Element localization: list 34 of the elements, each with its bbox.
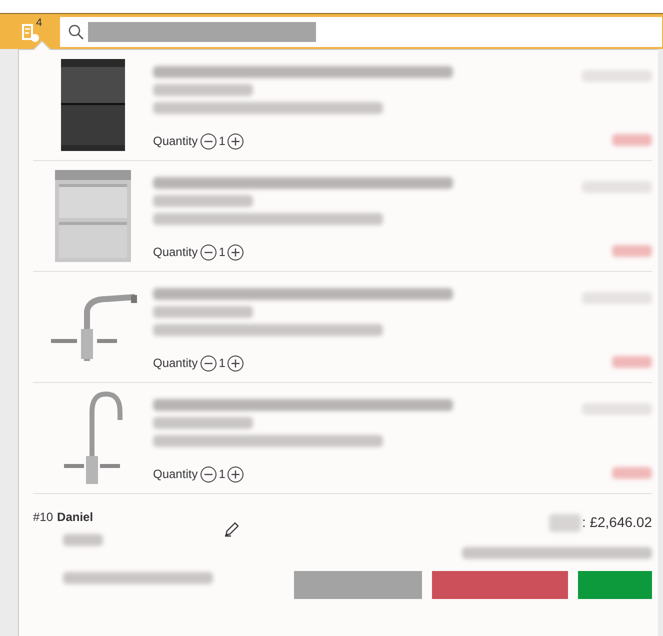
order-number: #10 <box>33 509 54 526</box>
quantity-value: 1 <box>218 244 226 261</box>
blurred-text <box>582 292 652 304</box>
blurred-text <box>63 534 103 546</box>
cart-count: 4 <box>36 16 42 30</box>
plus-icon[interactable] <box>227 354 244 372</box>
quantity-label: Quantity <box>153 466 198 483</box>
blurred-text <box>548 514 581 532</box>
plus-icon[interactable] <box>227 466 244 482</box>
quantity-label: Quantity <box>153 355 198 372</box>
blurred-text <box>612 467 652 479</box>
quantity-label: Quantity <box>153 133 198 150</box>
quantity-label: Quantity <box>153 244 198 261</box>
pencil-icon[interactable] <box>223 520 241 538</box>
blurred-text <box>582 181 652 193</box>
minus-icon[interactable] <box>200 354 217 372</box>
blurred-text <box>612 356 652 368</box>
order-total: : £2,646.02 <box>582 513 652 532</box>
blurred-text <box>612 134 652 146</box>
quantity-value: 1 <box>218 133 226 150</box>
search-field[interactable] <box>60 16 662 46</box>
blurred-text <box>582 70 652 82</box>
plus-icon[interactable] <box>227 132 244 150</box>
search-icon <box>68 24 84 40</box>
blurred-text <box>582 403 652 415</box>
minus-icon[interactable] <box>200 132 217 150</box>
quantity-value: 1 <box>218 466 226 483</box>
minus-icon[interactable] <box>200 466 217 482</box>
blurred-text <box>612 245 652 257</box>
quantity-value: 1 <box>218 355 226 372</box>
cart-button[interactable]: 4 <box>0 14 60 50</box>
customer-name: Daniel <box>57 509 94 526</box>
plus-icon[interactable] <box>227 244 244 260</box>
minus-icon[interactable] <box>200 244 217 260</box>
